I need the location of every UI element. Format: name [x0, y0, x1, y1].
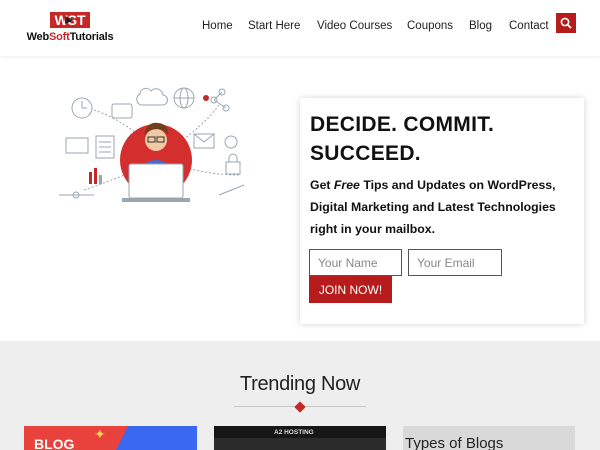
optin-description: Get Free Tips and Updates on WordPress, …	[310, 178, 556, 236]
hero-illustration	[59, 87, 245, 202]
trending-card-blog[interactable]: ✦ BLOG	[24, 426, 197, 450]
trending-section: Trending Now ✦ BLOG A2 HOSTING Types of …	[0, 341, 600, 450]
nav-start-here[interactable]: Start Here	[248, 20, 300, 32]
nav-home[interactable]: Home	[202, 20, 233, 32]
search-icon	[560, 17, 572, 29]
nav-blog[interactable]: Blog	[469, 20, 492, 32]
nav-contact[interactable]: Contact	[509, 20, 549, 32]
nav-coupons[interactable]: Coupons	[407, 20, 453, 32]
trending-title: Trending Now	[239, 373, 361, 395]
card-label: Types of Blogs	[405, 435, 504, 450]
divider-diamond-icon	[294, 401, 306, 413]
sparkle-icon: ✦	[94, 426, 106, 442]
logo-wordmark: WebSoftTutorials	[26, 31, 114, 43]
trending-card-a2-hosting[interactable]: A2 HOSTING	[214, 426, 386, 450]
nav-video-courses[interactable]: Video Courses	[317, 20, 392, 32]
site-logo[interactable]: WST WebSoftTutorials	[24, 10, 116, 46]
optin-title: DECIDE. COMMIT. SUCCEED.	[310, 113, 495, 165]
card-label: BLOG	[34, 436, 75, 450]
logo-mark-icon: WST	[50, 12, 90, 28]
search-button[interactable]	[556, 13, 576, 33]
site-header: WST WebSoftTutorials Home Start Here Vid…	[0, 0, 600, 56]
card-dark-bar	[214, 438, 386, 450]
optin-box: DECIDE. COMMIT. SUCCEED. Get Free Tips a…	[300, 98, 584, 324]
trending-card-types-of-blogs[interactable]: Types of Blogs	[403, 426, 575, 450]
card-blue-panel	[116, 426, 197, 450]
email-field[interactable]	[408, 249, 502, 276]
name-field[interactable]	[309, 249, 402, 276]
join-now-button[interactable]: JOIN NOW!	[309, 276, 392, 303]
card-label: A2 HOSTING	[274, 429, 314, 436]
